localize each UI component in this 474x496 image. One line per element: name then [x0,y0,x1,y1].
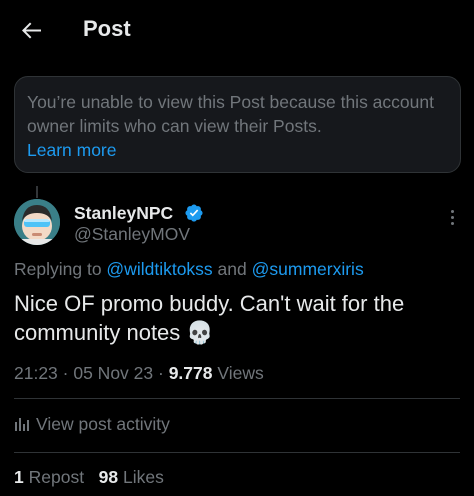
thread-connector-line [36,186,38,198]
notice-text: You’re unable to view this Post because … [27,92,434,136]
divider [14,398,460,399]
post-date[interactable]: 05 Nov 23 [73,363,153,383]
post-text: Nice OF promo buddy. Can't wait for the … [14,291,405,345]
view-post-activity-button[interactable]: View post activity [14,414,170,438]
reposts-count: 1 [14,467,24,487]
author-handle[interactable]: @StanleyMOV [74,224,190,245]
post-meta: 21:23 · 05 Nov 23 · 9.778 Views [14,363,264,384]
top-bar: Post [0,0,474,62]
reposts-label: Repost [28,467,85,487]
restricted-post-notice: You’re unable to view this Post because … [14,76,461,173]
replying-prefix: Replying to [14,259,107,279]
activity-label: View post activity [36,414,170,434]
meta-separator: · [57,363,74,383]
meta-separator: · [153,363,169,383]
back-button[interactable] [20,14,48,46]
engagement-stats: 1 Repost 98 Likes [14,467,164,488]
replying-to-line: Replying to @wildtiktokss and @summerxir… [14,259,364,280]
divider [14,452,460,453]
page-title: Post [83,16,131,41]
reposts-stat[interactable]: 1 Repost [14,467,84,487]
arrow-left-icon [22,22,41,39]
likes-stat[interactable]: 98 Likes [99,467,164,487]
likes-label: Likes [123,467,164,487]
replying-connector: and [212,259,252,279]
learn-more-link[interactable]: Learn more [27,138,117,162]
likes-count: 98 [98,467,119,487]
verified-badge-icon [185,204,203,222]
views-count: 9.778 [168,363,213,383]
mention-link-summerxiris[interactable]: @summerxiris [252,259,364,279]
more-vertical-icon[interactable] [448,208,456,230]
post-time[interactable]: 21:23 [14,363,58,383]
author-display-name[interactable]: StanleyNPC [74,203,173,224]
mention-link-wildtiktokss[interactable]: @wildtiktokss [106,259,212,279]
views-label: Views [217,363,264,383]
avatar[interactable] [14,199,60,245]
analytics-icon [15,418,29,431]
